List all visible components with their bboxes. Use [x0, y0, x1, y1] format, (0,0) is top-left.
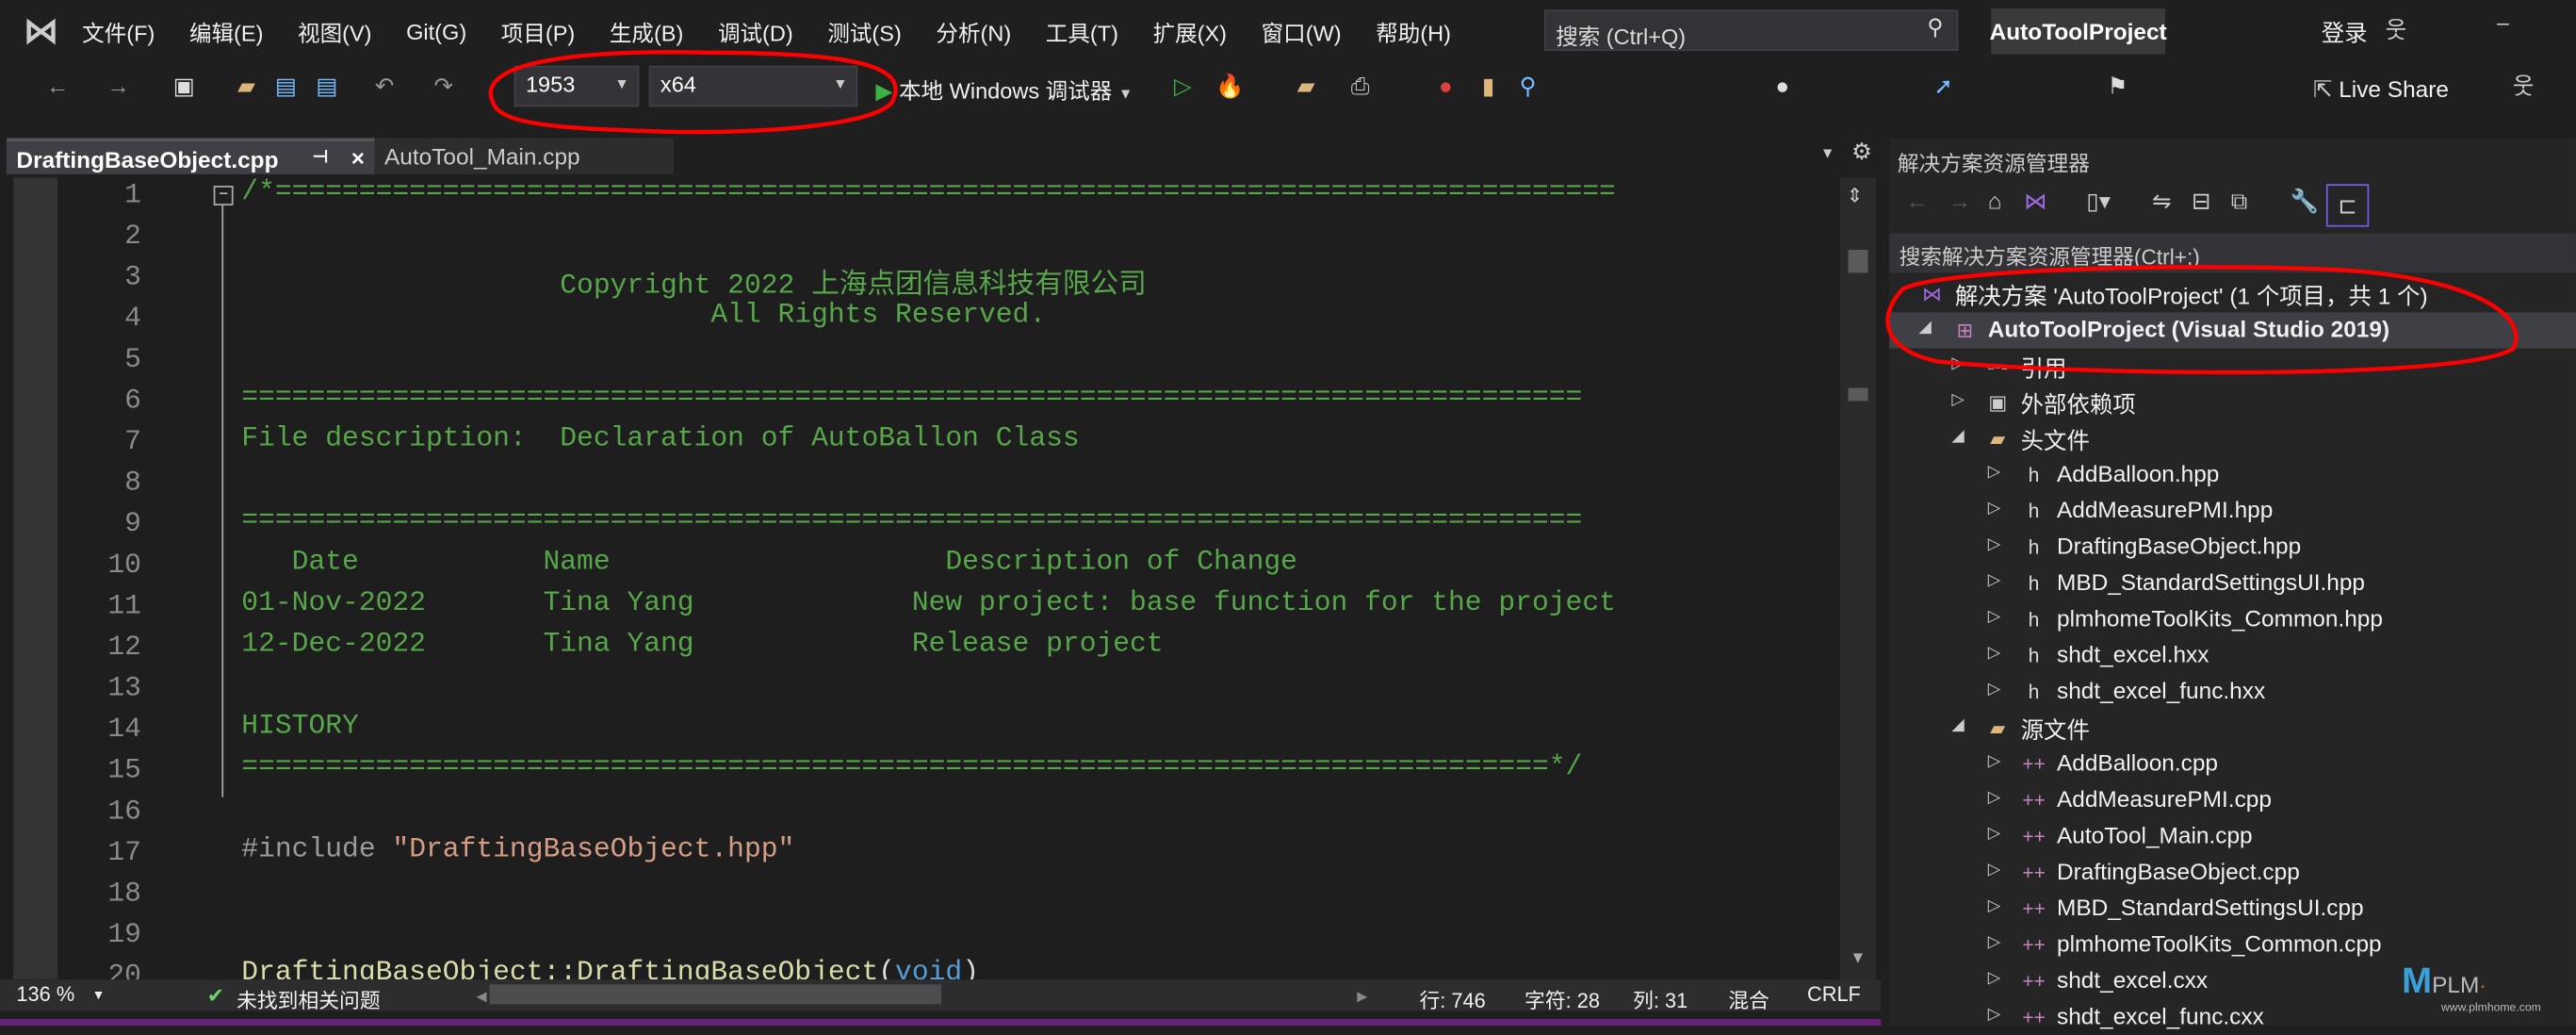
annotation-circle-solution	[1885, 265, 2519, 375]
visual-studio-window: ⋈ 文件(F) 编辑(E) 视图(V) Git(G) 项目(P) 生成(B) 调试(D) 测试…	[0, 0, 2576, 1028]
annotation-circle-config	[488, 50, 898, 135]
red-annotations	[488, 50, 2519, 375]
